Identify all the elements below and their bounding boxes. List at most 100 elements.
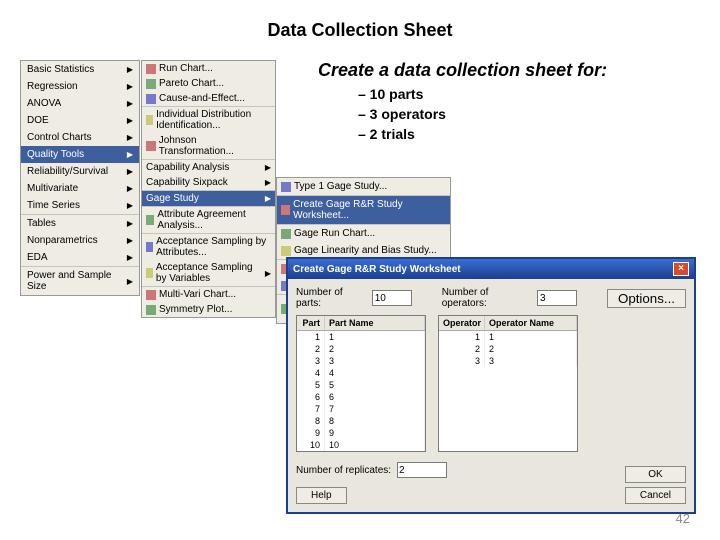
submenu-multivari[interactable]: Multi-Vari Chart...: [142, 287, 275, 302]
menu-doe[interactable]: DOE▶: [21, 112, 139, 129]
chevron-right-icon: ▶: [127, 184, 133, 193]
multivari-icon: [146, 290, 156, 300]
menu-anova[interactable]: ANOVA▶: [21, 95, 139, 112]
submenu-accept-var[interactable]: Acceptance Sampling by Variables▶: [142, 260, 275, 286]
distribution-icon: [146, 115, 153, 125]
chevron-right-icon: ▶: [127, 133, 133, 142]
menu-eda[interactable]: EDA▶: [21, 249, 139, 266]
submenu-idi[interactable]: Individual Distribution Identification..…: [142, 107, 275, 133]
submenu2-run-chart[interactable]: Gage Run Chart...: [277, 225, 450, 242]
help-button[interactable]: Help: [296, 487, 347, 504]
num-ops-label: Number of operators:: [442, 287, 533, 309]
ops-col-name: Operator Name: [485, 316, 577, 330]
submenu-johnson[interactable]: Johnson Transformation...: [142, 133, 275, 159]
symmetry-icon: [146, 305, 156, 315]
quality-tools-submenu[interactable]: Run Chart... Pareto Chart... Cause-and-E…: [141, 60, 276, 318]
submenu-accept-attr[interactable]: Acceptance Sampling by Attributes...: [142, 234, 275, 260]
menu-regression[interactable]: Regression▶: [21, 78, 139, 95]
chevron-right-icon: ▶: [127, 99, 133, 108]
chevron-right-icon: ▶: [265, 178, 271, 187]
menu-nonparametrics[interactable]: Nonparametrics▶: [21, 232, 139, 249]
table-row[interactable]: 66: [297, 391, 425, 403]
menu-multivariate[interactable]: Multivariate▶: [21, 180, 139, 197]
bullet-parts: – 10 parts: [358, 86, 446, 102]
table-row[interactable]: 55: [297, 379, 425, 391]
instruction-heading: Create a data collection sheet for:: [318, 60, 607, 81]
submenu-cause-effect[interactable]: Cause-and-Effect...: [142, 91, 275, 106]
chevron-right-icon: ▶: [127, 253, 133, 262]
table-row[interactable]: 11: [297, 331, 425, 343]
table-row[interactable]: 44: [297, 367, 425, 379]
table-row[interactable]: 33: [439, 355, 577, 367]
submenu-run-chart[interactable]: Run Chart...: [142, 61, 275, 76]
chevron-right-icon: ▶: [127, 116, 133, 125]
run-chart-icon: [146, 64, 156, 74]
chevron-right-icon: ▶: [127, 167, 133, 176]
menu-time-series[interactable]: Time Series▶: [21, 197, 139, 214]
table-row[interactable]: 33: [297, 355, 425, 367]
menu-reliability[interactable]: Reliability/Survival▶: [21, 163, 139, 180]
pareto-icon: [146, 79, 156, 89]
chevron-right-icon: ▶: [127, 219, 133, 228]
table-row[interactable]: 11: [439, 331, 577, 343]
chevron-right-icon: ▶: [127, 201, 133, 210]
submenu-gage-study[interactable]: Gage Study▶: [142, 191, 275, 206]
fishbone-icon: [146, 94, 156, 104]
num-reps-input[interactable]: [397, 462, 447, 478]
chevron-right-icon: ▶: [265, 194, 271, 203]
type1-icon: [281, 182, 291, 192]
ok-button[interactable]: OK: [625, 466, 686, 483]
run-chart-icon: [281, 229, 291, 239]
options-button[interactable]: Options...: [607, 289, 686, 308]
menu-quality-tools[interactable]: Quality Tools▶: [21, 146, 139, 163]
table-row[interactable]: 22: [297, 343, 425, 355]
cancel-button[interactable]: Cancel: [625, 487, 686, 504]
create-gage-worksheet-dialog: Create Gage R&R Study Worksheet × Number…: [286, 257, 696, 514]
menu-basic-statistics[interactable]: Basic Statistics▶: [21, 61, 139, 78]
submenu-symmetry[interactable]: Symmetry Plot...: [142, 302, 275, 317]
sampling-var-icon: [146, 268, 153, 278]
bullet-operators: – 3 operators: [358, 106, 446, 122]
chevron-right-icon: ▶: [127, 277, 133, 286]
submenu-sixpack[interactable]: Capability Sixpack▶: [142, 175, 275, 190]
chevron-right-icon: ▶: [265, 163, 271, 172]
bullet-trials: – 2 trials: [358, 126, 446, 142]
linearity-icon: [281, 246, 291, 256]
table-row[interactable]: 1010: [297, 439, 425, 451]
table-row[interactable]: 99: [297, 427, 425, 439]
table-row[interactable]: 77: [297, 403, 425, 415]
chevron-right-icon: ▶: [127, 150, 133, 159]
submenu2-create-worksheet[interactable]: Create Gage R&R Study Worksheet...: [277, 196, 450, 224]
parts-col-name: Part Name: [325, 316, 425, 330]
submenu2-type1[interactable]: Type 1 Gage Study...: [277, 178, 450, 195]
submenu-pareto[interactable]: Pareto Chart...: [142, 76, 275, 91]
parts-col-part: Part: [297, 316, 325, 330]
operators-table[interactable]: OperatorOperator Name 112233: [438, 315, 578, 452]
parts-table[interactable]: PartPart Name 1122334455667788991010: [296, 315, 426, 452]
chevron-right-icon: ▶: [127, 82, 133, 91]
close-icon[interactable]: ×: [673, 262, 689, 276]
sampling-icon: [146, 242, 153, 252]
menu-tables[interactable]: Tables▶: [21, 215, 139, 232]
submenu-attribute-agree[interactable]: Attribute Agreement Analysis...: [142, 207, 275, 233]
stat-main-menu[interactable]: Basic Statistics▶ Regression▶ ANOVA▶ DOE…: [20, 60, 140, 296]
submenu-capability[interactable]: Capability Analysis▶: [142, 160, 275, 175]
num-parts-input[interactable]: [372, 290, 412, 306]
num-reps-label: Number of replicates:: [296, 465, 391, 476]
slide-title: Data Collection Sheet: [0, 20, 720, 41]
table-row[interactable]: 22: [439, 343, 577, 355]
table-row[interactable]: 88: [297, 415, 425, 427]
chevron-right-icon: ▶: [127, 65, 133, 74]
chevron-right-icon: ▶: [127, 236, 133, 245]
ops-col-operator: Operator: [439, 316, 485, 330]
chevron-right-icon: ▶: [265, 269, 271, 278]
dialog-title-text: Create Gage R&R Study Worksheet: [293, 264, 461, 275]
menu-power-sample[interactable]: Power and Sample Size▶: [21, 267, 139, 295]
transform-icon: [146, 141, 156, 151]
dialog-titlebar[interactable]: Create Gage R&R Study Worksheet ×: [288, 259, 694, 279]
worksheet-icon: [281, 205, 290, 215]
agreement-icon: [146, 215, 154, 225]
num-ops-input[interactable]: [537, 290, 577, 306]
instruction-bullets: – 10 parts – 3 operators – 2 trials: [358, 86, 446, 146]
menu-control-charts[interactable]: Control Charts▶: [21, 129, 139, 146]
